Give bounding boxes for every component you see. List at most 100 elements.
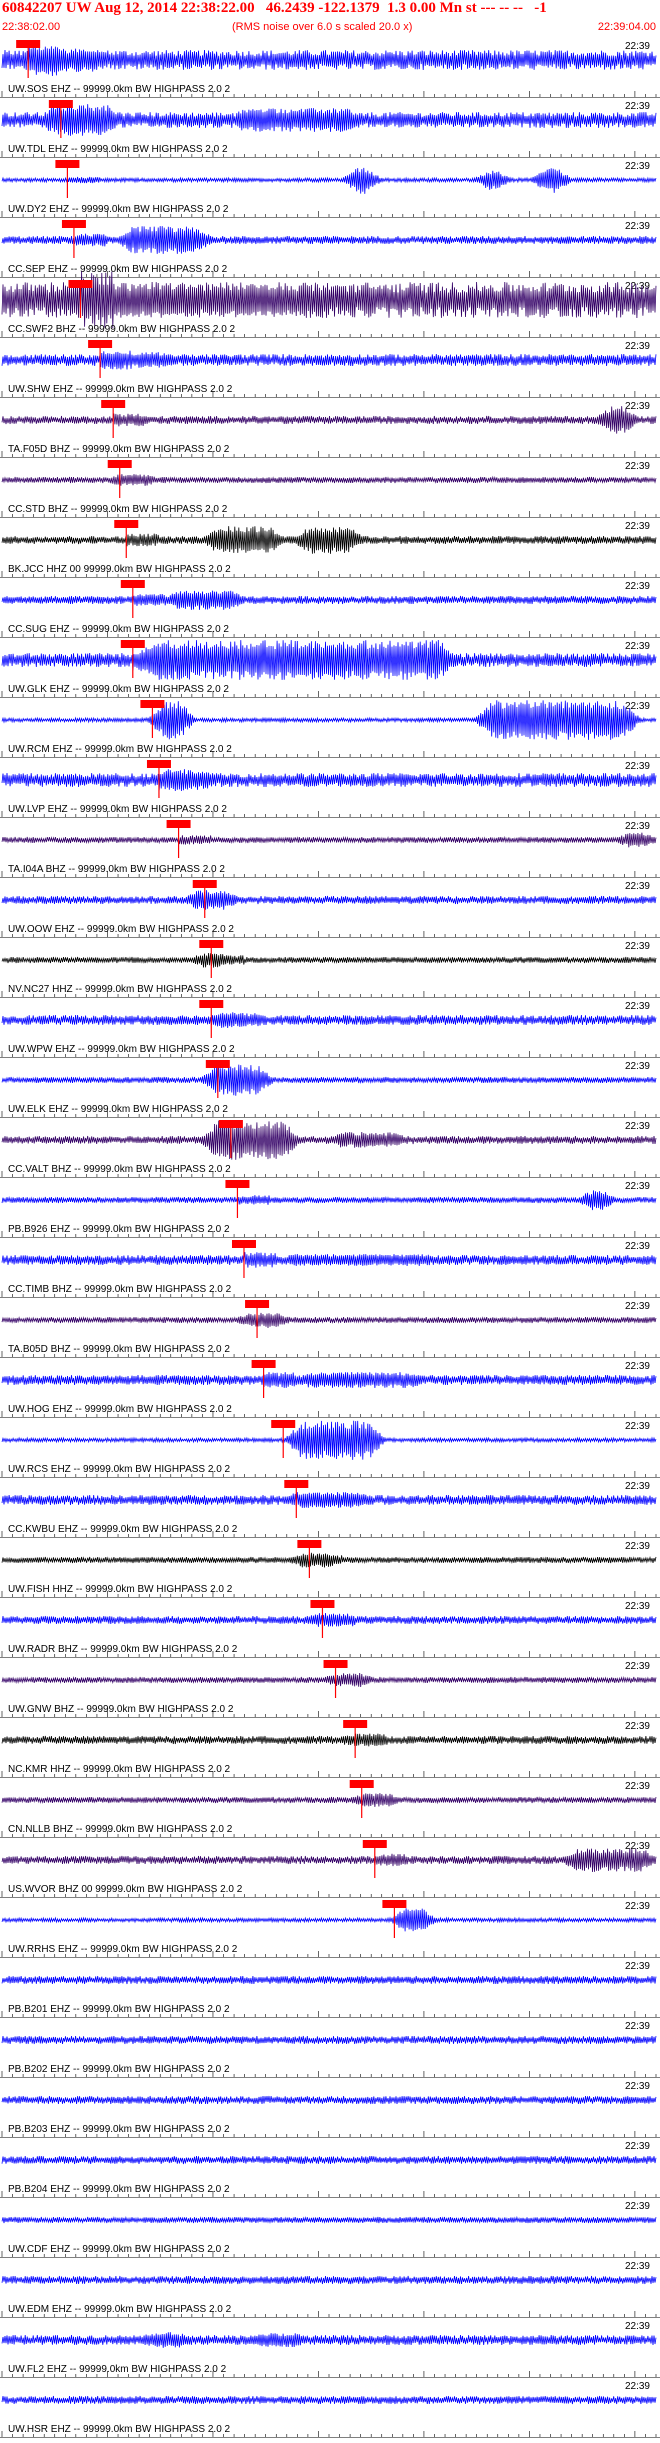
waveform-trace xyxy=(1,1612,657,1627)
row-time-label: 22:39 xyxy=(625,581,650,592)
row-time-label: 22:39 xyxy=(625,221,650,232)
row-time-label: 22:39 xyxy=(625,1421,650,1432)
pick-box xyxy=(323,1660,348,1668)
trace-row: 22:39 UW.SHW EHZ -- 99999.0km BW HIGHPASS… xyxy=(0,340,660,398)
trace-row: 22:39 CC.VALT BHZ -- 99999.0km BW HIGHPAS… xyxy=(0,1120,660,1178)
trace-row: 22:39 CC.KWBU EHZ -- 99999.0km BW HIGHPAS… xyxy=(0,1480,660,1538)
waveform-trace xyxy=(1,832,657,848)
station-label: CN.NLLB BHZ -- 99999.0km BW HIGHPASS 2.0… xyxy=(8,1824,233,1835)
station-label: NC.KMR HHZ -- 99999.0km BW HIGHPASS 2.0 … xyxy=(8,1764,231,1775)
trace-row: 22:39 UW.HSR EHZ -- 99999.0km BW HIGHPASS… xyxy=(0,2381,660,2438)
waveform-trace xyxy=(1,1120,657,1160)
station-label: UW.GLK EHZ -- 99999.0km BW HIGHPASS 2.0 … xyxy=(8,684,229,695)
waveform-trace xyxy=(1,1908,657,1932)
trace-row: 22:39 UW.FISH HHZ -- 99999.0km BW HIGHPAS… xyxy=(0,1540,660,1598)
row-time-label: 22:39 xyxy=(625,2141,650,2152)
waveform-trace xyxy=(1,2215,657,2224)
waveform-trace xyxy=(1,45,657,77)
pick-box xyxy=(68,280,93,288)
waveform-trace xyxy=(1,1848,657,1873)
pick-box xyxy=(231,1240,256,1248)
waveform-trace xyxy=(1,2332,657,2348)
station-label: CC.SWF2 BHZ -- 99999.0km BW HIGHPASS 2.0… xyxy=(8,324,236,335)
trace-row: 22:39 US.WVOR BHZ 00 99999.0km BW HIGHPAS… xyxy=(0,1840,660,1898)
waveform-trace xyxy=(1,474,657,486)
trace-row: 22:39 UW.LVP EHZ -- 99999.0km BW HIGHPASS… xyxy=(0,760,660,818)
row-time-label: 22:39 xyxy=(625,401,650,412)
seismogram-svg: 22:39 UW.SOS EHZ -- 99999.0km BW HIGHPASS… xyxy=(0,40,660,2438)
trace-row: 22:39 CC.TIMB BHZ -- 99999.0km BW HIGHPAS… xyxy=(0,1240,660,1298)
trace-row: 22:39 UW.RADR BHZ -- 99999.0km BW HIGHPAS… xyxy=(0,1600,660,1658)
trace-row: 22:39 UW.RRHS EHZ -- 99999.0km BW HIGHPAS… xyxy=(0,1900,660,1958)
row-time-label: 22:39 xyxy=(625,41,650,52)
row-time-label: 22:39 xyxy=(625,641,650,652)
station-label: UW.DY2 EHZ -- 99999.0km BW HIGHPASS 2.0 … xyxy=(8,204,229,215)
row-time-label: 22:39 xyxy=(625,761,650,772)
trace-row: 22:39 TA.I04A BHZ -- 99999.0km BW HIGHPAS… xyxy=(0,820,660,878)
waveform-trace xyxy=(1,769,657,792)
waveform-trace xyxy=(1,890,657,910)
waveform-trace xyxy=(1,700,657,740)
row-time-label: 22:39 xyxy=(625,2201,650,2212)
trace-row: 22:39 UW.TDL EHZ -- 99999.0km BW HIGHPASS… xyxy=(0,100,660,158)
waveform-trace xyxy=(1,590,657,610)
pick-box xyxy=(349,1780,374,1788)
trace-row: 22:39 UW.OOW EHZ -- 99999.0km BW HIGHPASS… xyxy=(0,880,660,938)
station-label: UW.ELK EHZ -- 99999.0km BW HIGHPASS 2.0 … xyxy=(8,1104,228,1115)
station-label: UW.SOS EHZ -- 99999.0km BW HIGHPASS 2.0 … xyxy=(8,84,231,95)
station-label: US.WVOR BHZ 00 99999.0km BW HIGHPASS 2.0… xyxy=(8,1884,243,1895)
station-label: UW.HOG EHZ -- 99999.0km BW HIGHPASS 2.0 … xyxy=(8,1404,232,1415)
pick-box xyxy=(245,1300,270,1308)
pick-box xyxy=(382,1900,407,1908)
row-time-label: 22:39 xyxy=(625,1961,650,1972)
row-time-label: 22:39 xyxy=(625,461,650,472)
trace-row: 22:39 CC.SUG EHZ -- 99999.0km BW HIGHPASS… xyxy=(0,580,660,638)
pick-box xyxy=(140,700,165,708)
trace-row: 22:39CC.SWF2 BHZ -- 99999.0km BW HIGHPAS… xyxy=(0,271,660,338)
waveform-trace xyxy=(1,639,657,680)
station-label: CC.TIMB BHZ -- 99999.0km BW HIGHPASS 2.0… xyxy=(8,1284,232,1295)
row-time-label: 22:39 xyxy=(625,1781,650,1792)
pick-box xyxy=(146,760,171,768)
station-label: UW.TDL EHZ -- 99999.0km BW HIGHPASS 2.0 … xyxy=(8,144,228,155)
station-label: UW.RCM EHZ -- 99999.0km BW HIGHPASS 2.0 … xyxy=(8,744,232,755)
trace-row: 22:39 UW.GNW BHZ -- 99999.0km BW HIGHPASS… xyxy=(0,1660,660,1718)
row-time-label: 22:39 xyxy=(625,2021,650,2032)
waveform-trace xyxy=(1,952,657,968)
station-label: CC.STD BHZ -- 99999.0km BW HIGHPASS 2.0 … xyxy=(8,504,228,515)
trace-row: 22:39 CC.SEP EHZ -- 99999.0km BW HIGHPASS… xyxy=(0,220,660,278)
pick-box xyxy=(284,1480,309,1488)
station-label: PB.B203 EHZ -- 99999.0km BW HIGHPASS 2.0… xyxy=(8,2124,230,2135)
pick-box xyxy=(362,1840,387,1848)
plot-header: 60842207 UW Aug 12, 2014 22:38:22.00 46.… xyxy=(0,0,660,38)
trace-row: 22:39 UW.WPW EHZ -- 99999.0km BW HIGHPASS… xyxy=(0,1000,660,1058)
waveform-trace xyxy=(1,1312,657,1329)
station-label: UW.RRHS EHZ -- 99999.0km BW HIGHPASS 2.0… xyxy=(8,1944,238,1955)
trace-row: 22:39 PB.B202 EHZ -- 99999.0km BW HIGHPAS… xyxy=(0,2021,660,2078)
pick-box xyxy=(192,880,217,888)
waveform-trace xyxy=(1,226,657,254)
row-time-label: 22:39 xyxy=(625,1121,650,1132)
station-label: TA.I04A BHZ -- 99999.0km BW HIGHPASS 2.0… xyxy=(8,864,225,875)
waveform-trace xyxy=(1,2275,657,2285)
trace-row: 22:39 UW.GLK EHZ -- 99999.0km BW HIGHPASS… xyxy=(0,639,660,698)
trace-row: 22:39 UW.ELK EHZ -- 99999.0km BW HIGHPASS… xyxy=(0,1060,660,1118)
row-time-label: 22:39 xyxy=(625,701,650,712)
pick-box xyxy=(251,1360,276,1368)
waveform-trace xyxy=(1,2395,657,2405)
row-time-label: 22:39 xyxy=(625,1901,650,1912)
pick-box xyxy=(297,1540,322,1548)
row-time-label: 22:39 xyxy=(625,1721,650,1732)
station-label: UW.GNW BHZ -- 99999.0km BW HIGHPASS 2.0 … xyxy=(8,1704,234,1715)
station-label: CC.KWBU EHZ -- 99999.0km BW HIGHPASS 2.0… xyxy=(8,1524,238,1535)
station-label: UW.EDM EHZ -- 99999.0km BW HIGHPASS 2.0 … xyxy=(8,2304,232,2315)
row-time-label: 22:39 xyxy=(625,2261,650,2272)
row-time-label: 22:39 xyxy=(625,341,650,352)
station-label: UW.CDF EHZ -- 99999.0km BW HIGHPASS 2.0 … xyxy=(8,2244,230,2255)
trace-row: 22:39 UW.FL2 EHZ -- 99999.0km BW HIGHPASS… xyxy=(0,2321,660,2378)
end-time-label: 22:39:04.00 xyxy=(597,21,656,33)
waveform-trace xyxy=(1,1552,657,1568)
pick-box xyxy=(114,520,139,528)
waveform-trace xyxy=(1,1190,657,1211)
station-label: PB.B926 EHZ -- 99999.0km BW HIGHPASS 2.0… xyxy=(8,1224,230,1235)
